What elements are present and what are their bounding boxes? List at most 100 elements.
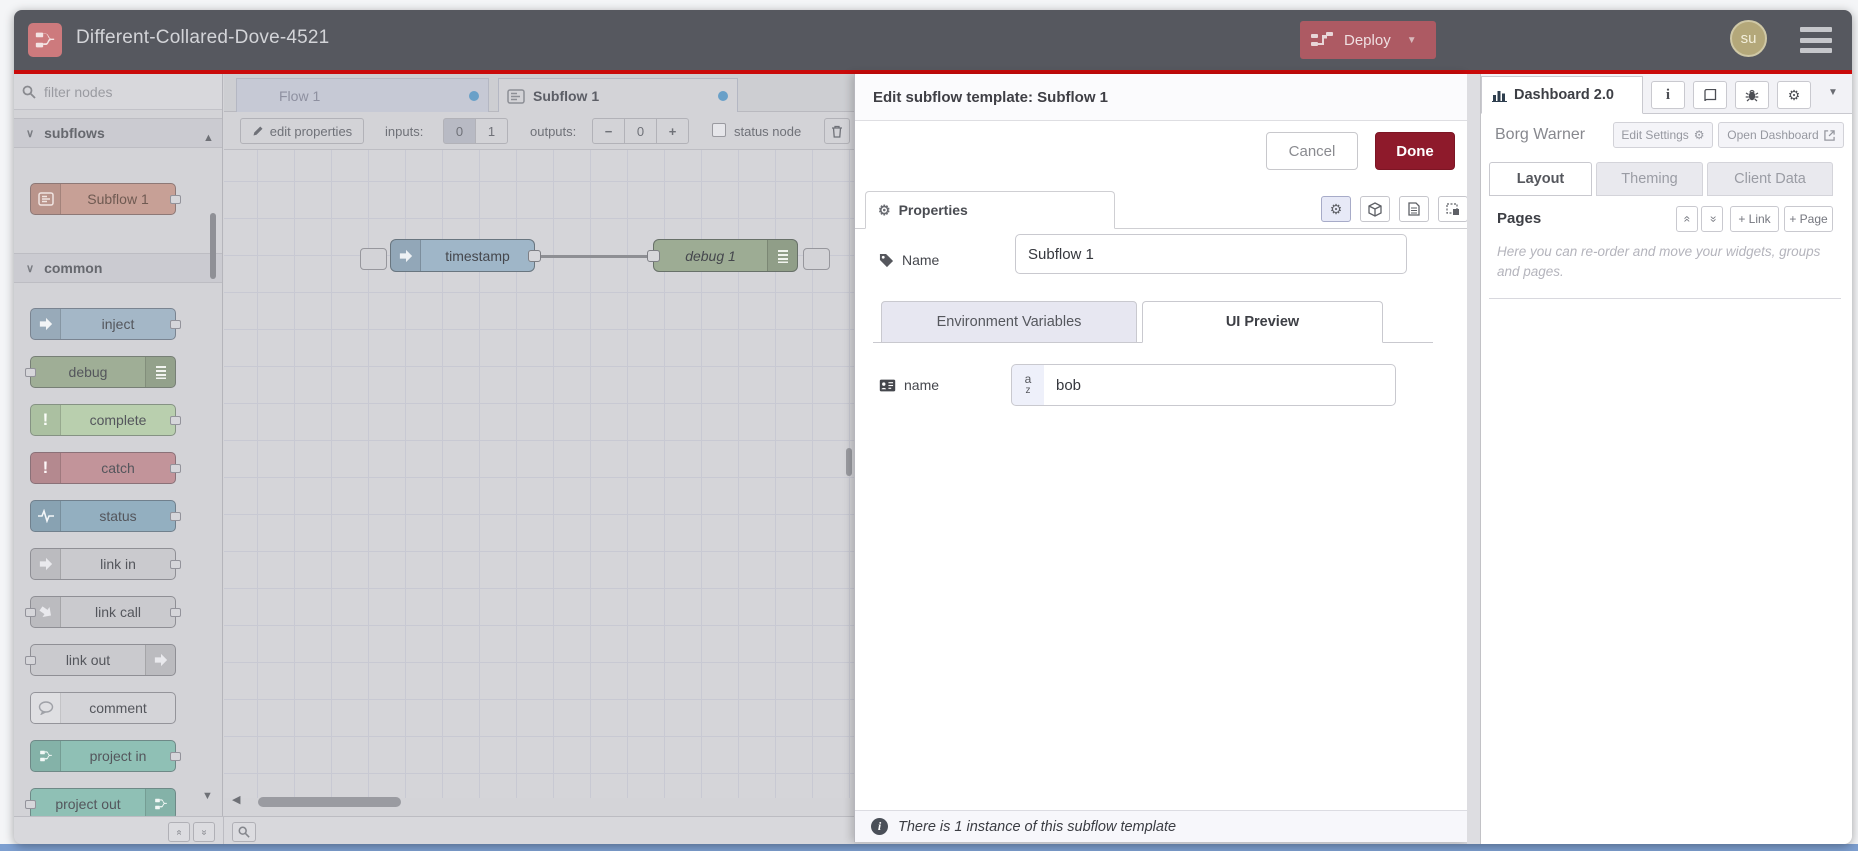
collapse-categories-button[interactable]: «	[168, 822, 190, 842]
bar-chart-icon	[1492, 90, 1507, 102]
vertical-scrollbar[interactable]	[846, 448, 852, 476]
palette-scroll-up-icon[interactable]: ▲	[203, 132, 214, 144]
tag-icon	[879, 253, 894, 267]
palette-node-status[interactable]: status	[30, 500, 181, 532]
properties-view-button[interactable]: ⚙	[1321, 196, 1351, 222]
cube-icon	[1368, 201, 1382, 217]
canvas-node-debug-1[interactable]: debug 1	[647, 239, 798, 272]
zoom-search-button[interactable]	[232, 822, 256, 842]
palette-node-link-call[interactable]: link call	[25, 596, 181, 628]
dialog-tab-bar: ⚙ Properties ⚙	[855, 190, 1468, 229]
palette-node-inject[interactable]: inject	[30, 308, 181, 340]
tab-theming[interactable]: Theming	[1596, 162, 1703, 196]
collapse-all-button[interactable]: «	[1676, 206, 1698, 232]
add-page-button[interactable]: + Page	[1784, 206, 1833, 232]
tab-dashboard-2[interactable]: Dashboard 2.0	[1481, 76, 1643, 114]
palette-node-complete[interactable]: ! complete	[30, 404, 181, 436]
outputs-count: 0	[624, 118, 657, 144]
wire[interactable]	[538, 255, 650, 258]
expand-all-button[interactable]: «	[1701, 206, 1723, 232]
palette-scrollbar[interactable]	[210, 213, 216, 279]
gear-icon: ⚙	[878, 201, 891, 218]
cancel-button[interactable]: Cancel	[1266, 132, 1358, 170]
gear-icon: ⚙	[1787, 86, 1801, 103]
palette-node-debug[interactable]: debug	[25, 356, 176, 388]
palette-node-subflow-1[interactable]: Subflow 1	[30, 183, 181, 215]
info-icon: i	[1665, 86, 1671, 103]
name-field-label: Name	[879, 252, 939, 268]
tray-resize-handle[interactable]	[1467, 74, 1481, 844]
palette-category-subflows[interactable]: ∨ subflows	[14, 118, 222, 148]
scroll-left-icon[interactable]: ◀	[232, 793, 240, 806]
subflow-name-input[interactable]	[1015, 234, 1407, 274]
workspace-footer: « «	[14, 816, 854, 844]
type-select-button[interactable]: az	[1011, 364, 1045, 406]
appearance-button[interactable]	[1438, 196, 1468, 222]
deploy-icon	[1311, 32, 1333, 46]
search-icon	[238, 826, 250, 838]
palette-node-link-in[interactable]: link in	[30, 548, 181, 580]
module-properties-button[interactable]	[1360, 196, 1390, 222]
edit-properties-button[interactable]: edit properties	[240, 118, 364, 144]
horizontal-scrollbar[interactable]	[258, 797, 401, 807]
tab-subflow-1[interactable]: Subflow 1	[498, 78, 738, 113]
outputs-label: outputs:	[530, 124, 577, 139]
open-dashboard-button[interactable]: Open Dashboard	[1718, 122, 1844, 148]
chevron-down-icon: ∨	[26, 127, 35, 140]
input-port[interactable]	[647, 250, 660, 262]
env-name-value-input[interactable]	[1044, 364, 1396, 406]
subflow-output-stub[interactable]	[803, 248, 830, 270]
tab-properties[interactable]: ⚙ Properties	[865, 191, 1115, 229]
palette-category-common[interactable]: ∨ common	[14, 253, 222, 283]
inputs-0-button[interactable]: 0	[443, 118, 476, 144]
edit-settings-button[interactable]: Edit Settings ⚙	[1613, 122, 1713, 148]
comment-bubble-icon	[31, 693, 61, 723]
tab-layout[interactable]: Layout	[1489, 162, 1592, 196]
add-link-button[interactable]: + Link	[1730, 206, 1779, 232]
sidebar-menu-caret-icon[interactable]: ▼	[1828, 87, 1838, 98]
tab-flow-1[interactable]: Flow 1	[236, 78, 489, 112]
external-link-icon	[1823, 129, 1835, 141]
tab-environment-variables[interactable]: Environment Variables	[881, 301, 1137, 343]
subflow-toolbar: edit properties inputs: 0 1 outputs: − 0…	[224, 112, 854, 150]
workspace-title: Different-Collared-Dove-4521	[76, 27, 330, 48]
user-avatar[interactable]: su	[1730, 20, 1767, 57]
appearance-icon	[1446, 202, 1459, 215]
done-button[interactable]: Done	[1375, 132, 1455, 170]
app-header: Different-Collared-Dove-4521 Deploy ▼ su	[14, 10, 1852, 70]
deploy-caret-icon[interactable]: ▼	[1407, 35, 1417, 46]
palette-node-project-in[interactable]: project in	[30, 740, 181, 772]
palette: filter nodes ∨ subflows Subflow 1 ∨ comm…	[14, 74, 223, 820]
subflow-input-stub[interactable]	[360, 248, 387, 270]
palette-scroll-down-icon[interactable]: ▼	[202, 790, 213, 802]
tab-client-data[interactable]: Client Data	[1707, 162, 1833, 196]
debug-tab-button[interactable]	[1735, 81, 1769, 109]
output-port[interactable]	[528, 250, 541, 262]
input-port	[25, 656, 36, 665]
inputs-1-button[interactable]: 1	[475, 118, 508, 144]
status-node-checkbox[interactable]	[712, 123, 726, 137]
tab-ui-preview[interactable]: UI Preview	[1142, 301, 1383, 343]
outputs-minus-button[interactable]: −	[592, 118, 625, 144]
deploy-button[interactable]: Deploy ▼	[1300, 21, 1436, 59]
link-in-icon	[31, 549, 61, 579]
info-tab-button[interactable]: i	[1651, 81, 1685, 109]
main-menu-button[interactable]	[1800, 27, 1832, 53]
description-button[interactable]	[1399, 196, 1429, 222]
pages-section-title: Pages	[1497, 210, 1542, 227]
exclamation-icon: !	[31, 405, 61, 435]
debug-list-icon	[767, 240, 797, 271]
outputs-plus-button[interactable]: +	[656, 118, 689, 144]
help-tab-button[interactable]	[1693, 81, 1727, 109]
palette-search[interactable]: filter nodes	[14, 74, 222, 110]
subflow-icon	[31, 184, 61, 214]
palette-node-catch[interactable]: ! catch	[30, 452, 181, 484]
chevron-down-icon: ∨	[26, 262, 35, 275]
exclamation-icon: !	[31, 453, 61, 483]
delete-subflow-button[interactable]	[824, 118, 850, 144]
canvas-node-timestamp[interactable]: timestamp	[390, 239, 541, 272]
expand-categories-button[interactable]: «	[193, 822, 215, 842]
palette-node-link-out[interactable]: link out	[25, 644, 176, 676]
config-tab-button[interactable]: ⚙	[1777, 81, 1811, 109]
palette-node-comment[interactable]: comment	[30, 692, 176, 724]
